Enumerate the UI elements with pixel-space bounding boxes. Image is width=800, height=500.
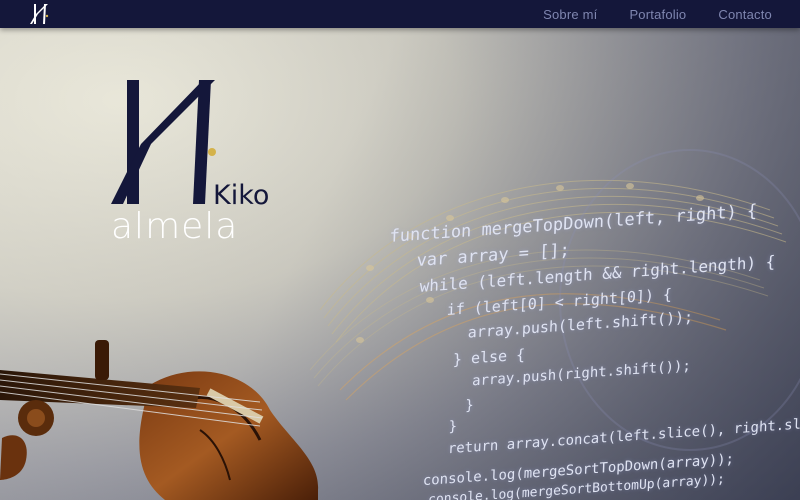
violin-image — [0, 340, 319, 500]
code-line: return array.concat(left.slice(), right.… — [447, 412, 800, 458]
code-line: } — [448, 418, 458, 436]
code-line: var array = []; — [416, 240, 571, 272]
nav-links: Sobre mí Portafolio Contacto — [543, 0, 772, 28]
logo-accent-dot — [208, 148, 216, 156]
navbar: Sobre mí Portafolio Contacto — [0, 0, 800, 28]
nav-logo-icon[interactable] — [28, 2, 52, 26]
brand-logo: Kiko almela — [111, 80, 269, 247]
brand-name-almela: almela — [111, 206, 238, 247]
nav-link-contacto[interactable]: Contacto — [718, 7, 772, 22]
code-line: } — [465, 397, 474, 414]
code-snippet: function mergeTopDown(left, right) { var… — [362, 199, 800, 500]
nav-link-portafolio[interactable]: Portafolio — [629, 7, 686, 22]
page: function mergeTopDown(left, right) { var… — [0, 0, 800, 500]
nav-link-sobre-mi[interactable]: Sobre mí — [543, 7, 597, 22]
code-line: } else { — [452, 345, 526, 369]
